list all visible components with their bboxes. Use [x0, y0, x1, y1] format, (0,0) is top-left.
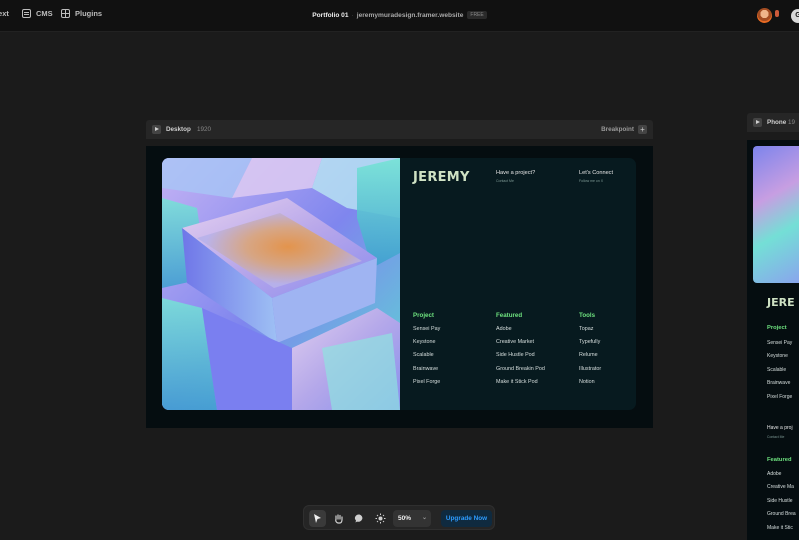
list-item[interactable]: Typefully	[579, 339, 601, 352]
phone-preview-play-icon[interactable]	[753, 118, 762, 127]
comment-tool[interactable]	[351, 510, 368, 527]
glass-cubes-graphic	[162, 158, 400, 410]
list-item[interactable]: Sensei Pay	[413, 326, 440, 339]
phone-project-list: Sensei Pay Keystone Scalable Brainwave P…	[767, 340, 792, 407]
contact-link[interactable]: Contact Me	[496, 179, 514, 183]
list-item[interactable]: Ground Brea	[767, 511, 796, 524]
list-item[interactable]: Topaz	[579, 326, 601, 339]
list-item[interactable]: Creative Ma	[767, 484, 796, 497]
title-separator: ·	[351, 12, 354, 19]
list-item[interactable]: Brainwave	[767, 380, 792, 393]
list-item[interactable]: Scalable	[767, 367, 792, 380]
select-tool[interactable]	[309, 510, 326, 527]
list-item[interactable]: Pixel Forge	[413, 379, 440, 392]
list-item[interactable]: Side Hustle	[767, 498, 796, 511]
phone-frame-name: Phone 19	[767, 119, 795, 126]
phone-featured-title: Featured	[767, 457, 792, 463]
chevron-down-icon: ⌄	[421, 515, 427, 521]
plan-badge: FREE	[467, 11, 487, 19]
project-column-title: Project	[413, 312, 434, 319]
top-bar: Text CMS Plugins Portfolio 01·jeremymura…	[0, 0, 799, 32]
bottom-toolbar: 50% ⌄ Upgrade Now	[303, 505, 495, 530]
frame-width: 1920	[197, 126, 212, 133]
desktop-frame[interactable]: JEREMY Have a project? Contact Me Let's …	[146, 146, 653, 428]
sun-icon	[375, 513, 386, 524]
phone-have-project: Have a proj	[767, 425, 793, 431]
phone-frame[interactable]: JERE Project Sensei Pay Keystone Scalabl…	[747, 140, 799, 540]
list-item[interactable]: Adobe	[496, 326, 545, 339]
list-item[interactable]: Scalable	[413, 352, 440, 365]
phone-frame-name-text: Phone	[767, 119, 787, 126]
list-item[interactable]: Side Hustle Pod	[496, 352, 545, 365]
have-project-heading: Have a project?	[496, 170, 536, 176]
site-panel: JEREMY Have a project? Contact Me Let's …	[400, 158, 636, 410]
list-item[interactable]: Pixel Forge	[767, 394, 792, 407]
phone-contact-link[interactable]: Contact Me	[767, 435, 784, 439]
phone-frame-header[interactable]: Phone 19	[747, 113, 799, 132]
list-item[interactable]: Make it Stick Pod	[496, 379, 545, 392]
list-item[interactable]: Relume	[579, 352, 601, 365]
list-item[interactable]: Keystone	[767, 353, 792, 366]
comment-icon	[354, 514, 363, 523]
list-item[interactable]: Brainwave	[413, 366, 440, 379]
list-item[interactable]: Notion	[579, 379, 601, 392]
lets-connect-heading: Let's Connect	[579, 170, 614, 176]
add-breakpoint-icon[interactable]: +	[638, 125, 647, 134]
phone-hero-image	[753, 146, 799, 283]
frame-name: Desktop	[166, 126, 191, 133]
project-name[interactable]: Portfolio 01	[312, 12, 348, 19]
list-item[interactable]: Keystone	[413, 339, 440, 352]
theme-toggle[interactable]	[372, 510, 389, 527]
cursor-icon	[314, 514, 321, 523]
hand-icon	[335, 514, 343, 524]
upgrade-button[interactable]: Upgrade Now	[441, 510, 492, 527]
desktop-frame-header[interactable]: Desktop 1920 Breakpoint +	[146, 120, 653, 139]
phone-project-title: Project	[767, 325, 787, 331]
zoom-value: 50%	[398, 515, 412, 522]
featured-column-title: Featured	[496, 312, 523, 319]
list-item[interactable]: Illustrator	[579, 366, 601, 379]
follow-link[interactable]: Follow me on X	[579, 179, 603, 183]
hero-image	[162, 158, 400, 410]
tools-list: Topaz Typefully Relume Illustrator Notio…	[579, 326, 601, 392]
list-item[interactable]: Sensei Pay	[767, 340, 792, 353]
mic-icon[interactable]	[775, 10, 779, 17]
list-item[interactable]: Adobe	[767, 471, 796, 484]
avatar[interactable]	[757, 8, 772, 23]
account-button[interactable]: G	[791, 9, 799, 23]
hand-tool[interactable]	[330, 510, 347, 527]
phone-featured-list: Adobe Creative Ma Side Hustle Ground Bre…	[767, 471, 796, 538]
project-title[interactable]: Portfolio 01 · jeremymuradesign.framer.web…	[0, 11, 799, 19]
site-logo[interactable]: JEREMY	[413, 170, 470, 185]
preview-play-icon[interactable]	[152, 125, 161, 134]
list-item[interactable]: Make it Stic	[767, 525, 796, 538]
phone-site-logo[interactable]: JERE	[767, 296, 795, 309]
zoom-select[interactable]: 50% ⌄	[393, 510, 431, 527]
breakpoint-label[interactable]: Breakpoint	[601, 126, 634, 133]
featured-list: Adobe Creative Market Side Hustle Pod Gr…	[496, 326, 545, 392]
site-domain[interactable]: jeremymuradesign.framer.website	[357, 12, 464, 19]
tools-column-title: Tools	[579, 312, 596, 319]
list-item[interactable]: Ground Breakin Pod	[496, 366, 545, 379]
project-list: Sensei Pay Keystone Scalable Brainwave P…	[413, 326, 440, 392]
list-item[interactable]: Creative Market	[496, 339, 545, 352]
phone-frame-width: 19	[788, 119, 796, 126]
